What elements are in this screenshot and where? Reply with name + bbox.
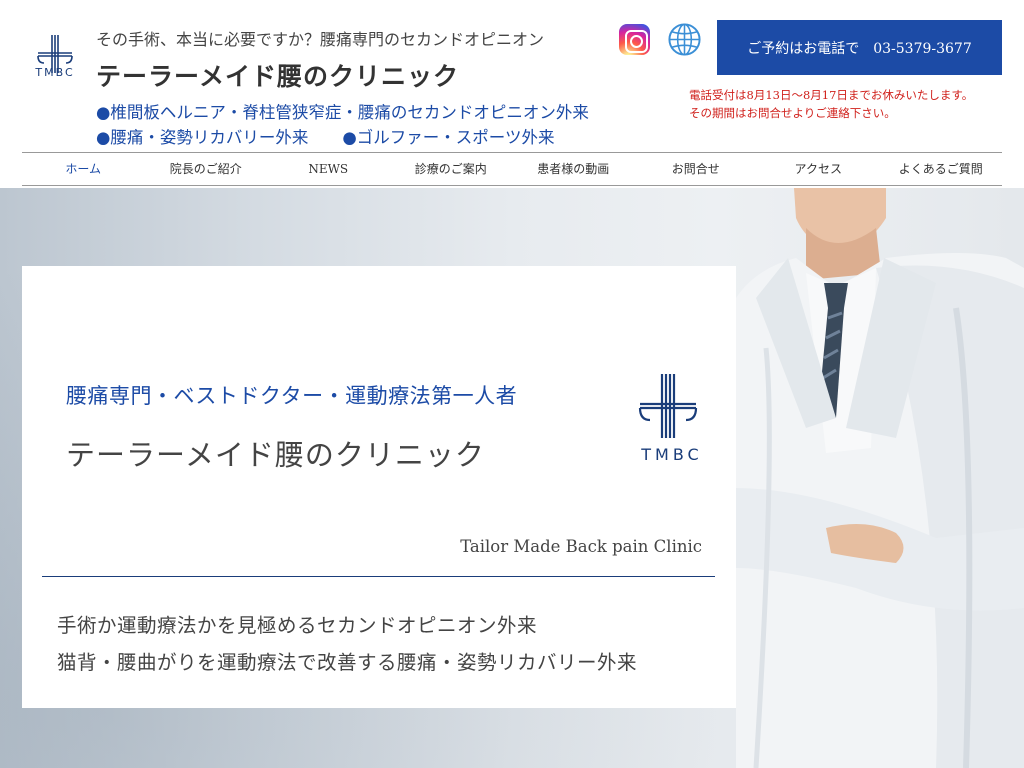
hero-section: 腰痛専門・ベストドクター・運動療法第一人者 テーラーメイド腰のクリニック TMB… bbox=[0, 188, 1024, 768]
nav-item-services[interactable]: 診療のご案内 bbox=[390, 153, 513, 185]
department-link-second-opinion[interactable]: ●椎間板ヘルニア・脊柱管狭窄症・腰痛のセカンドオピニオン外来 bbox=[96, 99, 589, 123]
department-link-posture[interactable]: ●腰痛・姿勢リカバリー外来 bbox=[96, 128, 308, 147]
globe-icon[interactable] bbox=[667, 22, 702, 57]
site-title[interactable]: テーラーメイド腰のクリニック bbox=[96, 57, 459, 93]
holiday-notice-line1: 電話受付は8月13日～8月17日までお休みいたします。 bbox=[689, 88, 974, 102]
department-links-row: ●腰痛・姿勢リカバリー外来 ●ゴルファー・スポーツ外来 bbox=[96, 124, 554, 148]
nav-item-home[interactable]: ホーム bbox=[22, 153, 145, 185]
nav-item-contact[interactable]: お問合せ bbox=[635, 153, 758, 185]
tagline: その手術、本当に必要ですか？腰痛専門のセカンドオピニオン bbox=[96, 30, 545, 49]
logo-text: TMBC bbox=[35, 66, 75, 79]
nav-item-news[interactable]: NEWS bbox=[267, 153, 390, 185]
doctor-photo bbox=[736, 188, 1024, 768]
hero-subtitle: 腰痛専門・ベストドクター・運動療法第一人者 bbox=[66, 384, 518, 408]
hero-line-posture-recovery: 猫背・腰曲がりを運動療法で改善する腰痛・姿勢リカバリー外来 bbox=[57, 651, 638, 674]
hero-english-name: Tailor Made Back pain Clinic bbox=[460, 537, 702, 556]
phone-reservation-button[interactable]: ご予約はお電話で 03-5379-3677 bbox=[717, 20, 1002, 75]
hero-card: 腰痛専門・ベストドクター・運動療法第一人者 テーラーメイド腰のクリニック TMB… bbox=[22, 266, 736, 708]
holiday-notice-line2: その期間はお問合せよりご連絡下さい。 bbox=[689, 106, 896, 120]
nav-item-access[interactable]: アクセス bbox=[757, 153, 880, 185]
clinic-logo-large bbox=[638, 374, 698, 438]
hero-logo-text: TMBC bbox=[641, 445, 703, 464]
hero-divider bbox=[42, 576, 715, 577]
nav-item-patient-videos[interactable]: 患者様の動画 bbox=[512, 153, 635, 185]
instagram-icon[interactable] bbox=[619, 24, 650, 55]
hero-line-second-opinion: 手術か運動療法かを見極めるセカンドオピニオン外来 bbox=[57, 614, 538, 637]
department-link-golfer[interactable]: ●ゴルファー・スポーツ外来 bbox=[342, 128, 554, 147]
nav-item-faq[interactable]: よくあるご質問 bbox=[880, 153, 1003, 185]
nav-item-director[interactable]: 院長のご紹介 bbox=[145, 153, 268, 185]
hero-title: テーラーメイド腰のクリニック bbox=[66, 438, 485, 472]
main-nav: ホーム 院長のご紹介 NEWS 診療のご案内 患者様の動画 お問合せ アクセス … bbox=[22, 152, 1002, 186]
site-header: TMBC その手術、本当に必要ですか？腰痛専門のセカンドオピニオン テーラーメイ… bbox=[0, 0, 1024, 188]
